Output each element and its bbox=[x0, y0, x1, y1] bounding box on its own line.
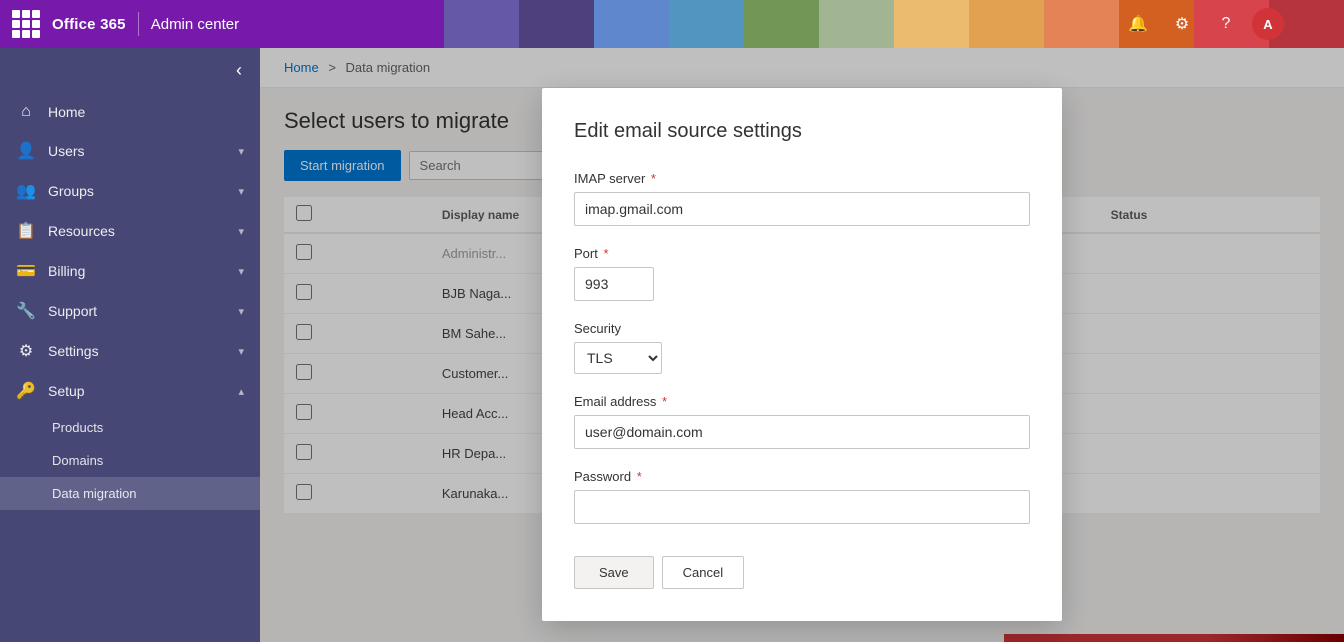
save-button[interactable]: Save bbox=[574, 556, 654, 589]
dialog-title: Edit email source settings bbox=[574, 120, 1030, 143]
billing-icon: 💳 bbox=[16, 261, 36, 281]
port-group: Port * bbox=[574, 246, 1030, 301]
app-layout: ‹ ⌂ Home 👤 Users ▾ 👥 Groups ▾ 📋 Resource… bbox=[0, 48, 1344, 642]
chevron-down-icon: ▾ bbox=[238, 185, 244, 198]
sidebar-item-users[interactable]: 👤 Users ▾ bbox=[0, 131, 260, 171]
chevron-down-icon: ▾ bbox=[238, 305, 244, 318]
chevron-down-icon: ▾ bbox=[238, 225, 244, 238]
settings-gear-icon[interactable]: ⚙ bbox=[1164, 6, 1200, 42]
chevron-up-icon: ▴ bbox=[238, 385, 244, 398]
port-label: Port * bbox=[574, 246, 1030, 261]
email-address-label: Email address * bbox=[574, 394, 1030, 409]
users-icon: 👤 bbox=[16, 141, 36, 161]
sidebar-item-groups[interactable]: 👥 Groups ▾ bbox=[0, 171, 260, 211]
required-marker: * bbox=[600, 246, 609, 261]
topbar: Office 365 Admin center 🔔 ⚙ ? A bbox=[0, 0, 1344, 48]
topbar-separator bbox=[138, 12, 139, 36]
chevron-down-icon: ▾ bbox=[238, 345, 244, 358]
sidebar-sub-products-label: Products bbox=[52, 420, 103, 435]
security-group: Security TLS SSL None bbox=[574, 321, 1030, 374]
chevron-down-icon: ▾ bbox=[238, 265, 244, 278]
sidebar-item-setup-label: Setup bbox=[48, 383, 226, 399]
cancel-button[interactable]: Cancel bbox=[662, 556, 744, 589]
required-marker: * bbox=[633, 469, 642, 484]
imap-server-label: IMAP server * bbox=[574, 171, 1030, 186]
main-content: Home > Data migration Select users to mi… bbox=[260, 48, 1344, 642]
sidebar-sub-domains-label: Domains bbox=[52, 453, 103, 468]
password-input[interactable] bbox=[574, 490, 1030, 524]
email-address-input[interactable] bbox=[574, 415, 1030, 449]
sidebar-sub-data-migration-label: Data migration bbox=[52, 486, 137, 501]
waffle-icon[interactable] bbox=[12, 10, 40, 38]
support-icon: 🔧 bbox=[16, 301, 36, 321]
imap-server-input[interactable] bbox=[574, 192, 1030, 226]
email-address-group: Email address * bbox=[574, 394, 1030, 449]
sidebar-item-settings-label: Settings bbox=[48, 343, 226, 359]
sidebar-item-setup[interactable]: 🔑 Setup ▴ bbox=[0, 371, 260, 411]
topbar-actions: 🔔 ⚙ ? A bbox=[1120, 0, 1284, 48]
password-group: Password * bbox=[574, 469, 1030, 524]
security-label: Security bbox=[574, 321, 1030, 336]
user-avatar[interactable]: A bbox=[1252, 8, 1284, 40]
port-input[interactable] bbox=[574, 267, 654, 301]
sidebar-item-resources-label: Resources bbox=[48, 223, 226, 239]
password-label: Password * bbox=[574, 469, 1030, 484]
required-marker: * bbox=[647, 171, 656, 186]
sidebar-sub-domains[interactable]: Domains bbox=[0, 444, 260, 477]
sidebar: ‹ ⌂ Home 👤 Users ▾ 👥 Groups ▾ 📋 Resource… bbox=[0, 48, 260, 642]
sidebar-sub-products[interactable]: Products bbox=[0, 411, 260, 444]
sidebar-sub-data-migration[interactable]: Data migration bbox=[0, 477, 260, 510]
home-icon: ⌂ bbox=[16, 103, 36, 121]
sidebar-item-resources[interactable]: 📋 Resources ▾ bbox=[0, 211, 260, 251]
brand-name: Office 365 bbox=[52, 16, 126, 33]
sidebar-item-billing-label: Billing bbox=[48, 263, 226, 279]
resources-icon: 📋 bbox=[16, 221, 36, 241]
required-marker: * bbox=[658, 394, 667, 409]
collapse-sidebar-button[interactable]: ‹ bbox=[230, 56, 248, 85]
security-select[interactable]: TLS SSL None bbox=[574, 342, 662, 374]
sidebar-item-home-label: Home bbox=[48, 104, 244, 120]
sidebar-item-home[interactable]: ⌂ Home bbox=[0, 93, 260, 131]
help-question-icon[interactable]: ? bbox=[1208, 6, 1244, 42]
settings-icon: ⚙ bbox=[16, 341, 36, 361]
modal-overlay: Edit email source settings IMAP server *… bbox=[260, 48, 1344, 642]
sidebar-item-billing[interactable]: 💳 Billing ▾ bbox=[0, 251, 260, 291]
chevron-down-icon: ▾ bbox=[238, 145, 244, 158]
groups-icon: 👥 bbox=[16, 181, 36, 201]
notification-bell-icon[interactable]: 🔔 bbox=[1120, 6, 1156, 42]
sidebar-item-users-label: Users bbox=[48, 143, 226, 159]
sidebar-item-settings[interactable]: ⚙ Settings ▾ bbox=[0, 331, 260, 371]
imap-server-group: IMAP server * bbox=[574, 171, 1030, 226]
sidebar-item-groups-label: Groups bbox=[48, 183, 226, 199]
setup-icon: 🔑 bbox=[16, 381, 36, 401]
sidebar-item-support[interactable]: 🔧 Support ▾ bbox=[0, 291, 260, 331]
sidebar-item-support-label: Support bbox=[48, 303, 226, 319]
dialog-footer: Save Cancel bbox=[574, 556, 1030, 589]
sidebar-collapse-area: ‹ bbox=[0, 48, 260, 93]
admin-label: Admin center bbox=[151, 16, 239, 33]
edit-email-source-dialog: Edit email source settings IMAP server *… bbox=[542, 88, 1062, 621]
